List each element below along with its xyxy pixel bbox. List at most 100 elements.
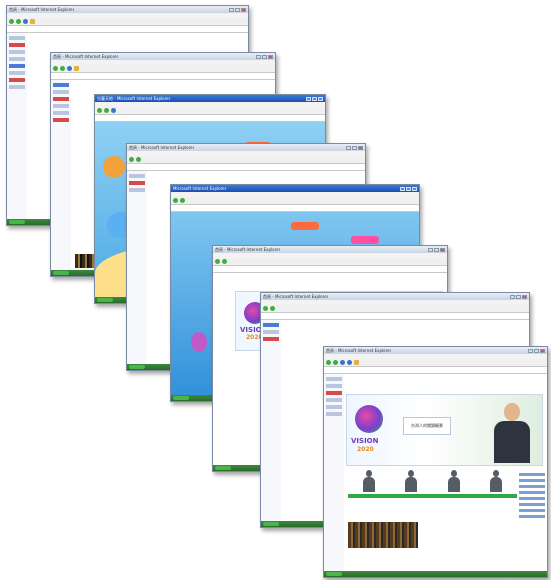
start-button[interactable] — [173, 396, 189, 400]
menu-sign[interactable] — [351, 236, 379, 244]
home-icon[interactable] — [67, 66, 72, 71]
start-button[interactable] — [129, 365, 145, 369]
maximize-icon[interactable] — [352, 145, 357, 150]
sidebar-item[interactable] — [9, 78, 25, 82]
sidebar-item[interactable] — [326, 398, 342, 402]
sidebar-item[interactable] — [53, 118, 69, 122]
favorites-icon[interactable] — [74, 66, 79, 71]
close-icon[interactable] — [440, 247, 445, 252]
sidebar-item[interactable] — [263, 330, 279, 334]
favorites-icon[interactable] — [30, 19, 35, 24]
start-button[interactable] — [9, 220, 25, 224]
sidebar-item[interactable] — [326, 384, 342, 388]
refresh-icon[interactable] — [23, 19, 28, 24]
close-icon[interactable] — [412, 186, 417, 191]
back-icon[interactable] — [326, 360, 331, 365]
forward-icon[interactable] — [270, 306, 275, 311]
sidebar-item[interactable] — [53, 90, 69, 94]
back-icon[interactable] — [263, 306, 268, 311]
minimize-icon[interactable] — [400, 186, 405, 191]
minimize-icon[interactable] — [256, 54, 261, 59]
sidebar-item[interactable] — [9, 64, 25, 68]
sidebar-item[interactable] — [326, 377, 342, 381]
start-button[interactable] — [215, 466, 231, 470]
address-bar[interactable] — [171, 204, 419, 212]
maximize-icon[interactable] — [235, 7, 240, 12]
close-icon[interactable] — [358, 145, 363, 150]
minimize-icon[interactable] — [428, 247, 433, 252]
maximize-icon[interactable] — [406, 186, 411, 191]
forward-icon[interactable] — [222, 259, 227, 264]
back-icon[interactable] — [53, 66, 58, 71]
maximize-icon[interactable] — [312, 96, 317, 101]
forward-icon[interactable] — [16, 19, 21, 24]
sidebar-item[interactable] — [326, 412, 342, 416]
sidebar-item[interactable] — [263, 323, 279, 327]
forward-icon[interactable] — [333, 360, 338, 365]
start-button[interactable] — [97, 298, 113, 302]
forward-icon[interactable] — [104, 108, 109, 113]
maximize-icon[interactable] — [534, 348, 539, 353]
sidebar-item[interactable] — [326, 405, 342, 409]
close-icon[interactable] — [241, 7, 246, 12]
list-item[interactable] — [519, 497, 545, 500]
back-icon[interactable] — [215, 259, 220, 264]
sidebar-item[interactable] — [53, 104, 69, 108]
sidebar-item[interactable] — [326, 391, 342, 395]
sidebar-item[interactable] — [9, 43, 25, 47]
minimize-icon[interactable] — [510, 294, 515, 299]
sidebar-item[interactable] — [263, 337, 279, 341]
forward-icon[interactable] — [60, 66, 65, 71]
address-bar[interactable] — [7, 25, 248, 33]
address-bar[interactable] — [213, 265, 447, 273]
close-icon[interactable] — [318, 96, 323, 101]
sidebar-item[interactable] — [53, 97, 69, 101]
search-icon[interactable] — [111, 108, 116, 113]
maximize-icon[interactable] — [262, 54, 267, 59]
minimize-icon[interactable] — [346, 145, 351, 150]
start-button[interactable] — [326, 572, 342, 576]
maximize-icon[interactable] — [434, 247, 439, 252]
forward-icon[interactable] — [180, 198, 185, 203]
list-item[interactable] — [519, 479, 545, 482]
sidebar-item[interactable] — [9, 85, 25, 89]
maximize-icon[interactable] — [516, 294, 521, 299]
home-icon[interactable] — [347, 360, 352, 365]
sidebar-item[interactable] — [129, 188, 145, 192]
sidebar-item[interactable] — [129, 181, 145, 185]
start-button[interactable] — [53, 271, 69, 275]
sidebar-item[interactable] — [9, 71, 25, 75]
address-bar[interactable] — [127, 163, 365, 171]
sidebar-item[interactable] — [53, 83, 69, 87]
sidebar-item[interactable] — [9, 36, 25, 40]
forward-icon[interactable] — [136, 157, 141, 162]
list-item[interactable] — [519, 515, 545, 518]
menu-sign[interactable] — [291, 222, 319, 230]
close-icon[interactable] — [268, 54, 273, 59]
address-bar[interactable] — [261, 312, 529, 320]
close-icon[interactable] — [522, 294, 527, 299]
address-bar[interactable] — [324, 366, 547, 374]
refresh-icon[interactable] — [340, 360, 345, 365]
back-icon[interactable] — [173, 198, 178, 203]
list-item[interactable] — [519, 491, 545, 494]
list-item[interactable] — [519, 473, 545, 476]
back-icon[interactable] — [9, 19, 14, 24]
list-item[interactable] — [519, 485, 545, 488]
sidebar-item[interactable] — [129, 174, 145, 178]
close-icon[interactable] — [540, 348, 545, 353]
list-item[interactable] — [519, 503, 545, 506]
list-item[interactable] — [519, 509, 545, 512]
back-icon[interactable] — [97, 108, 102, 113]
sidebar-item[interactable] — [9, 50, 25, 54]
sidebar-item[interactable] — [53, 111, 69, 115]
minimize-icon[interactable] — [229, 7, 234, 12]
minimize-icon[interactable] — [306, 96, 311, 101]
address-bar[interactable] — [95, 114, 325, 122]
start-button[interactable] — [263, 522, 279, 526]
sidebar-item[interactable] — [9, 57, 25, 61]
back-icon[interactable] — [129, 157, 134, 162]
minimize-icon[interactable] — [528, 348, 533, 353]
favorites-icon[interactable] — [354, 360, 359, 365]
address-bar[interactable] — [51, 72, 275, 80]
